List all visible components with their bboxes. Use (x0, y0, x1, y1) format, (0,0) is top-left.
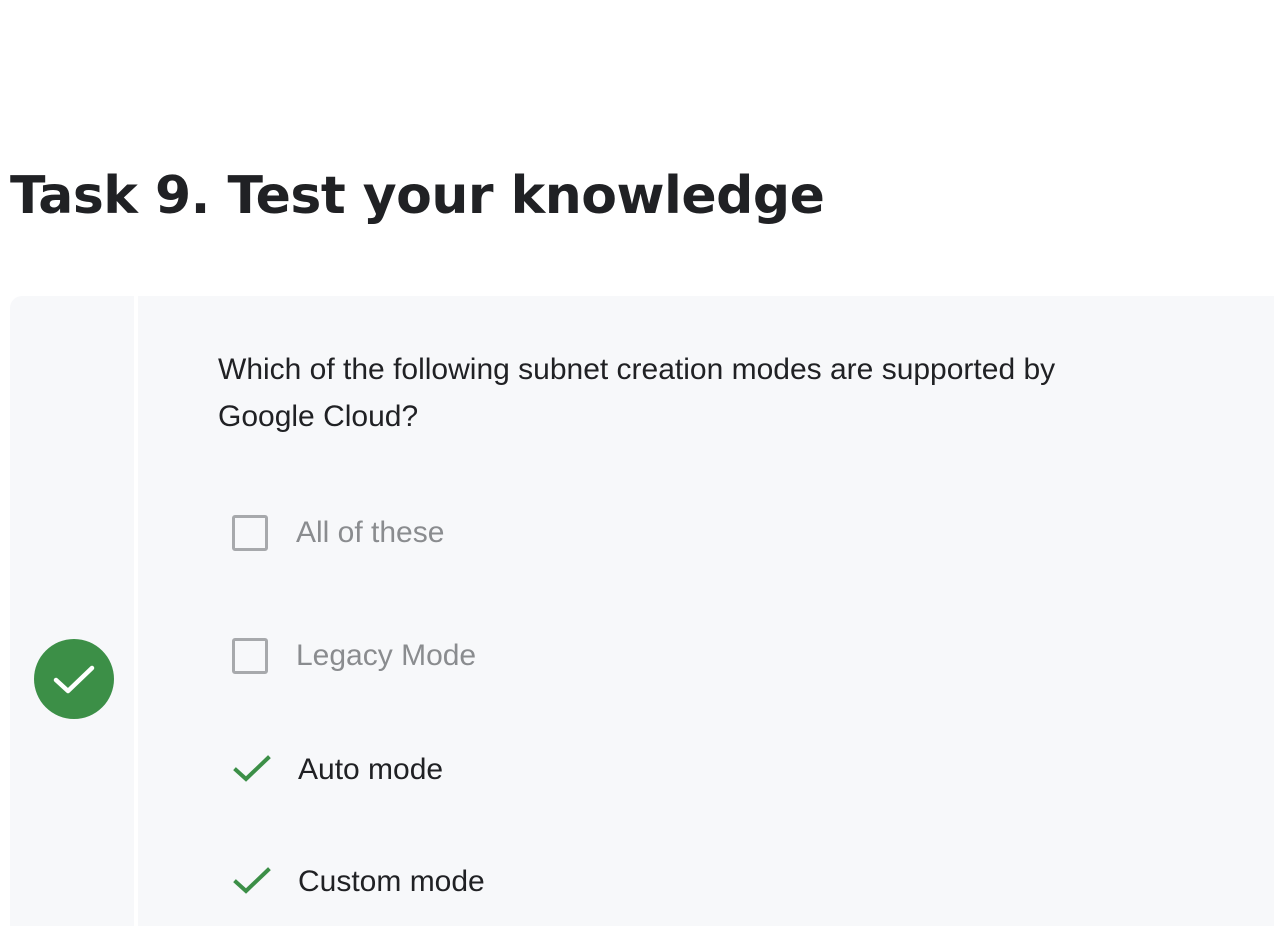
page: Task 9. Test your knowledge Which of the… (0, 0, 1274, 926)
option-auto-mode[interactable]: Auto mode (232, 750, 443, 790)
option-custom-mode[interactable]: Custom mode (232, 862, 485, 902)
quiz-status-column (10, 296, 138, 926)
check-icon (53, 665, 95, 694)
unchecked-checkbox-icon[interactable] (232, 515, 268, 551)
correct-status-badge (34, 639, 114, 719)
question-column: Which of the following subnet creation m… (138, 296, 1274, 926)
option-label: All of these (296, 516, 445, 549)
check-icon (232, 862, 272, 902)
quiz-card: Which of the following subnet creation m… (10, 296, 1274, 926)
task-heading: Task 9. Test your knowledge (10, 166, 825, 226)
unchecked-checkbox-icon[interactable] (232, 638, 268, 674)
check-icon (232, 750, 272, 790)
option-label: Legacy Mode (296, 639, 477, 672)
option-label: Custom mode (298, 865, 485, 898)
option-all-of-these[interactable]: All of these (232, 513, 444, 553)
question-text: Which of the following subnet creation m… (218, 353, 1056, 433)
option-label: Auto mode (298, 753, 444, 786)
option-legacy-mode[interactable]: Legacy Mode (232, 636, 476, 676)
